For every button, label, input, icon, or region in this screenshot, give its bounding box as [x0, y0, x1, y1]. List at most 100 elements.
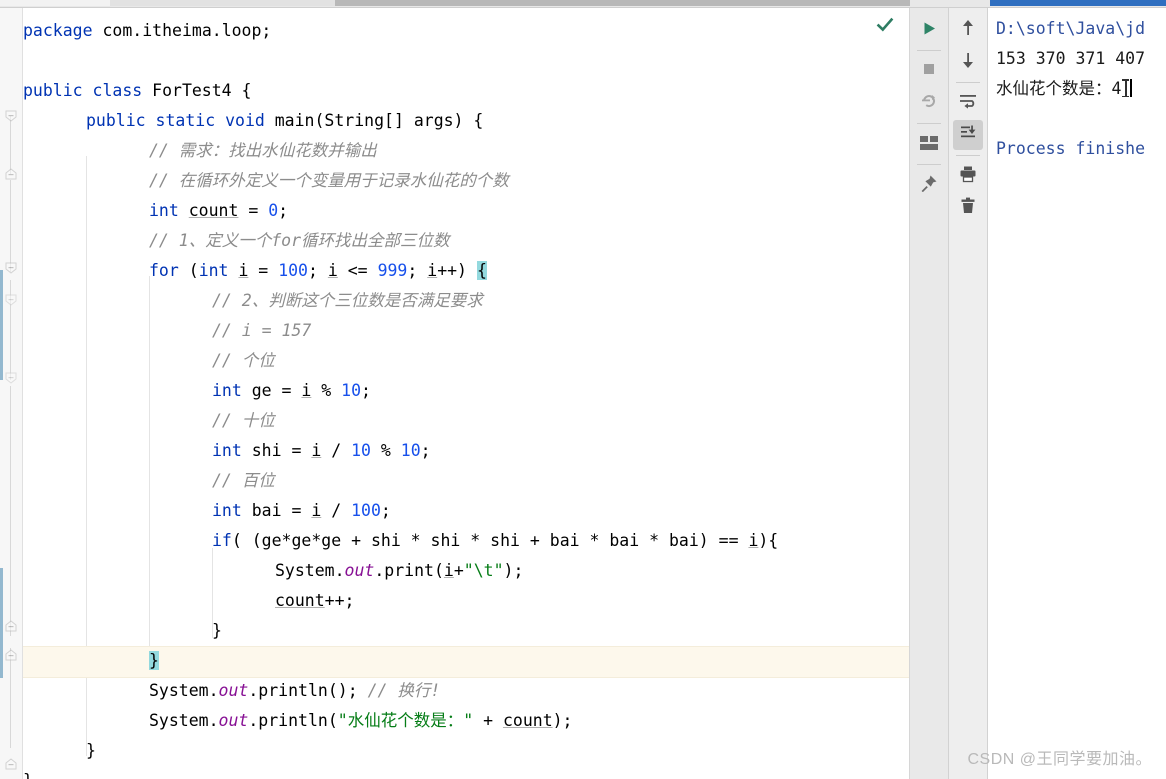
- code-line[interactable]: if( (ge*ge*ge + shi * shi * shi + bai * …: [118, 526, 778, 556]
- code-token: // 2、判断这个三位数是否满足要求: [212, 291, 483, 310]
- fold-marker-end-class[interactable]: [5, 758, 17, 770]
- fold-marker-class[interactable]: [5, 110, 17, 122]
- code-line[interactable]: // 1、定义一个for循环找出全部三位数: [86, 226, 450, 256]
- code-token: // 1、定义一个for循环找出全部三位数: [149, 231, 450, 250]
- console-line: D:\soft\Java\jd: [996, 14, 1166, 44]
- code-token: +: [473, 711, 503, 730]
- code-token: System.: [275, 561, 345, 580]
- code-token: int: [212, 441, 252, 460]
- code-token: out: [218, 711, 249, 730]
- pin-tab-button[interactable]: [914, 170, 944, 200]
- fold-connector: [10, 180, 11, 272]
- code-line[interactable]: System.out.println("水仙花个数是：" + count);: [86, 706, 573, 736]
- code-line[interactable]: // i = 157: [118, 316, 311, 346]
- code-token: }: [86, 741, 96, 760]
- fold-marker-if[interactable]: [5, 372, 17, 384]
- code-token: ;: [380, 501, 391, 520]
- console-line-text: D:\soft\Java\jd: [996, 19, 1146, 38]
- restart-button[interactable]: [914, 88, 944, 118]
- editor-gutter[interactable]: [0, 8, 23, 779]
- fold-marker-for[interactable]: [5, 262, 17, 274]
- code-line[interactable]: }: [86, 646, 159, 676]
- layout-button[interactable]: [914, 129, 944, 159]
- code-text-area[interactable]: package com.itheima.loop; public class Fo…: [23, 8, 910, 779]
- print-button[interactable]: [953, 161, 983, 191]
- code-token: for: [149, 261, 189, 280]
- code-line[interactable]: public class ForTest4 {: [23, 76, 251, 106]
- code-line[interactable]: }: [23, 766, 33, 779]
- rerun-button[interactable]: [914, 15, 944, 45]
- code-token: }: [149, 651, 159, 670]
- toolbar-divider: [917, 123, 941, 124]
- code-line[interactable]: count++;: [149, 586, 354, 616]
- code-token: int: [198, 261, 239, 280]
- down-stack-button[interactable]: [953, 47, 983, 77]
- scroll-to-end-icon: [958, 124, 978, 146]
- fold-marker-method[interactable]: [5, 168, 17, 180]
- code-token: System.: [149, 681, 219, 700]
- code-token: 0: [268, 201, 279, 220]
- code-token: }: [23, 771, 33, 779]
- code-token: i: [443, 561, 454, 580]
- code-token: i: [311, 501, 322, 520]
- code-line[interactable]: package com.itheima.loop;: [23, 16, 271, 46]
- code-line[interactable]: int bai = i / 100;: [118, 496, 391, 526]
- fold-marker-end-method[interactable]: [5, 649, 17, 661]
- print-icon: [959, 165, 977, 187]
- code-line[interactable]: // 2、判断这个三位数是否满足要求: [118, 286, 483, 316]
- code-line[interactable]: int ge = i % 10;: [118, 376, 371, 406]
- code-line[interactable]: // 十位: [118, 406, 275, 436]
- soft-wrap-button[interactable]: [953, 88, 983, 118]
- code-token: 100: [351, 501, 381, 520]
- toolbar-divider: [917, 50, 941, 51]
- code-token: ;: [420, 441, 431, 460]
- top-strip-segment-left: [0, 0, 110, 6]
- console-toolbar[interactable]: [949, 8, 988, 779]
- code-token: ;: [361, 381, 371, 400]
- code-line[interactable]: int count = 0;: [86, 196, 288, 226]
- code-token: i: [327, 261, 338, 280]
- code-token: com.itheima.loop;: [102, 21, 272, 40]
- code-line[interactable]: int shi = i / 10 % 10;: [118, 436, 431, 466]
- code-line[interactable]: System.out.println(); // 换行!: [86, 676, 440, 706]
- code-token: public static void: [86, 111, 275, 130]
- code-token: ;: [407, 261, 428, 280]
- console-line-text: 水仙花个数是：4: [996, 79, 1122, 98]
- code-token: int: [212, 501, 252, 520]
- inspection-ok-icon[interactable]: [876, 16, 894, 34]
- code-line[interactable]: // 个位: [118, 346, 275, 376]
- code-token: .println(: [248, 711, 338, 730]
- code-line[interactable]: for (int i = 100; i <= 999; i++) {: [86, 256, 487, 286]
- code-token: // 百位: [212, 471, 275, 490]
- run-console-output[interactable]: D:\soft\Java\jd 153 370 371 407 水仙花个数是：4 P…: [988, 8, 1166, 779]
- code-token: System.: [149, 711, 219, 730]
- code-line[interactable]: public static void main(String[] args) {: [55, 106, 483, 136]
- code-line[interactable]: // 需求：找出水仙花数并输出: [86, 136, 377, 166]
- code-token: <=: [337, 261, 378, 280]
- code-line[interactable]: // 在循环外定义一个变量用于记录水仙花的个数: [86, 166, 509, 196]
- top-strip-segment-active: [335, 0, 910, 6]
- code-line[interactable]: }: [55, 736, 96, 766]
- code-line[interactable]: // 百位: [118, 466, 275, 496]
- fold-marker-inner[interactable]: [5, 294, 17, 306]
- code-token: %: [370, 441, 401, 460]
- code-line[interactable]: }: [118, 616, 222, 646]
- code-line[interactable]: System.out.print(i+"\t");: [149, 556, 523, 586]
- code-token: i: [427, 261, 438, 280]
- code-token: count: [275, 591, 325, 610]
- code-editor[interactable]: package com.itheima.loop; public class Fo…: [0, 8, 910, 779]
- window-top-strip: [0, 0, 1166, 8]
- scroll-to-end-button[interactable]: [953, 120, 983, 150]
- code-token: shi =: [251, 441, 312, 460]
- code-token: // 个位: [212, 351, 275, 370]
- clear-all-button[interactable]: [953, 193, 983, 223]
- fold-connector: [10, 386, 11, 636]
- stop-icon: [921, 61, 937, 81]
- toolbar-divider: [917, 164, 941, 165]
- console-line: 153 370 371 407: [996, 44, 1166, 74]
- up-stack-button[interactable]: [953, 15, 983, 45]
- fold-marker-end-for[interactable]: [5, 620, 17, 632]
- run-tool-window-toolbar[interactable]: [910, 8, 949, 779]
- stop-button[interactable]: [914, 56, 944, 86]
- code-token: =: [238, 201, 269, 220]
